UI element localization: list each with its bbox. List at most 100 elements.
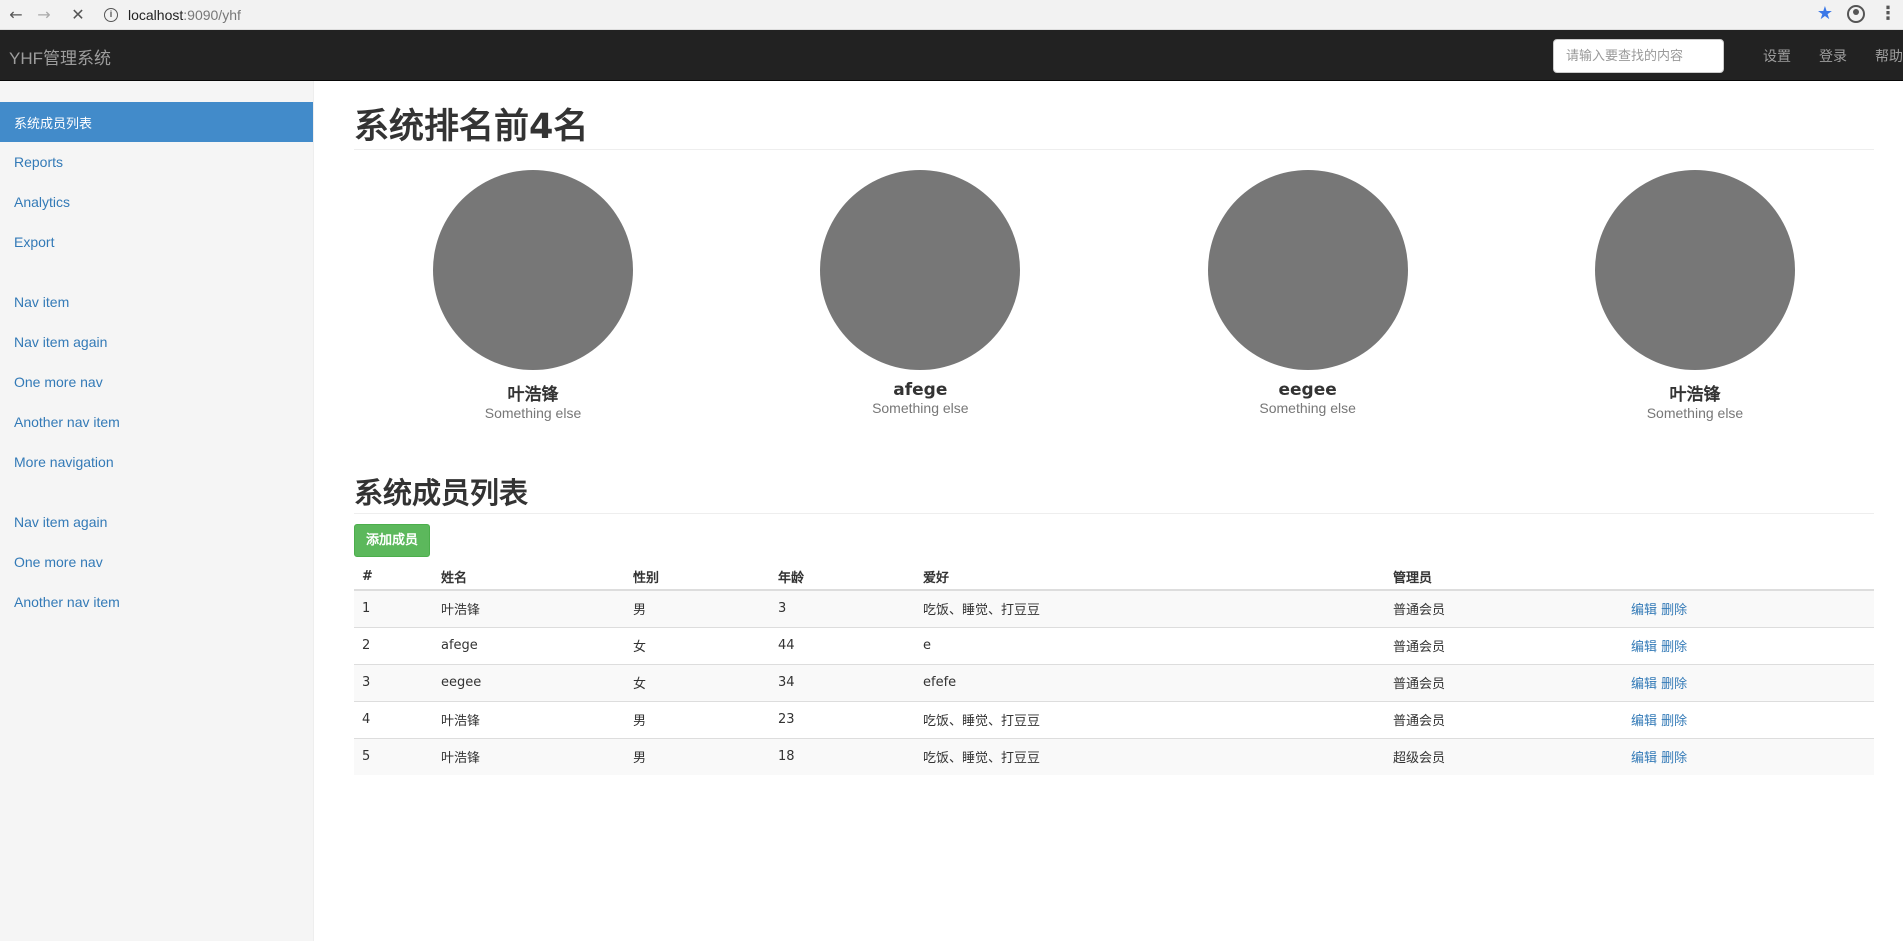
cell-admin: 普通会员: [1385, 663, 1623, 701]
cell-age: 44: [770, 626, 915, 664]
sidebar-item-nav-again-2[interactable]: Nav item again: [0, 502, 313, 542]
ranking-name: eegee: [1278, 380, 1337, 400]
menu-kebab-icon[interactable]: ⋮: [1879, 3, 1897, 24]
table-row: 1 叶浩锋 男 3 吃饭、睡觉、打豆豆 普通会员 编辑 删除: [354, 589, 1874, 627]
sidebar-item-export[interactable]: Export: [0, 222, 313, 262]
cell-admin: 普通会员: [1385, 626, 1623, 664]
cell-actions: 编辑 删除: [1623, 589, 1874, 627]
sidebar-group-3: Nav item again One more nav Another nav …: [0, 502, 313, 622]
cell-actions: 编辑 删除: [1623, 700, 1874, 738]
table-row: 2 afege 女 44 e 普通会员 编辑 删除: [354, 626, 1874, 664]
member-list-title: 系统成员列表: [354, 470, 1874, 514]
sidebar-group-2: Nav item Nav item again One more nav Ano…: [0, 282, 313, 482]
edit-link[interactable]: 编辑: [1631, 677, 1657, 692]
edit-link[interactable]: 编辑: [1631, 603, 1657, 618]
delete-link[interactable]: 删除: [1661, 640, 1687, 655]
page-title: 系统排名前4名: [354, 81, 1874, 150]
ranking-card: 叶浩锋 Something else: [433, 170, 633, 421]
cell-gender: 女: [625, 626, 770, 664]
member-table: # 姓名 性别 年龄 爱好 管理员 1 叶浩锋 男 3 吃饭、睡觉、打豆豆 普通…: [354, 563, 1874, 775]
cell-hobby: 吃饭、睡觉、打豆豆: [915, 737, 1385, 775]
cell-name: 叶浩锋: [433, 589, 625, 627]
cell-hobby: efefe: [915, 663, 1385, 701]
url-path: :9090/yhf: [183, 6, 241, 23]
cell-actions: 编辑 删除: [1623, 626, 1874, 664]
nav-link-login[interactable]: 登录: [1819, 46, 1847, 66]
sidebar-item-another[interactable]: Another nav item: [0, 402, 313, 442]
ranking-card: 叶浩锋 Something else: [1594, 170, 1795, 421]
cell-number: 3: [354, 663, 433, 701]
column-header-age: 年龄: [770, 563, 915, 591]
cell-age: 23: [770, 700, 915, 738]
sidebar: 系统成员列表 Reports Analytics Export Nav item…: [0, 81, 314, 941]
stop-loading-icon[interactable]: ✕: [66, 3, 90, 27]
cell-gender: 男: [625, 700, 770, 738]
cell-hobby: 吃饭、睡觉、打豆豆: [915, 589, 1385, 627]
cell-age: 18: [770, 737, 915, 775]
ranking-subtext: Something else: [1259, 400, 1356, 416]
sidebar-item-member-list[interactable]: 系统成员列表: [0, 102, 313, 142]
column-header-hobby: 爱好: [915, 563, 1385, 591]
table-header-row: # 姓名 性别 年龄 爱好 管理员: [354, 563, 1874, 591]
url-host: localhost: [128, 6, 184, 23]
cell-gender: 女: [625, 663, 770, 701]
delete-link[interactable]: 删除: [1661, 714, 1687, 729]
avatar: [1594, 170, 1795, 370]
site-info-icon[interactable]: i: [104, 7, 118, 22]
cell-number: 5: [354, 737, 433, 775]
ranking-card: afege Something else: [820, 170, 1021, 421]
sidebar-item-one-more-2[interactable]: One more nav: [0, 542, 313, 582]
cell-age: 34: [770, 663, 915, 701]
edit-link[interactable]: 编辑: [1631, 714, 1657, 729]
column-header-number: #: [354, 563, 433, 591]
ranking-subtext: Something else: [872, 400, 969, 416]
top-navbar: YHF管理系统 设置 登录 帮助: [0, 30, 1903, 81]
delete-link[interactable]: 删除: [1661, 677, 1687, 692]
add-member-button[interactable]: 添加成员: [354, 524, 431, 557]
sidebar-item-nav-again[interactable]: Nav item again: [0, 322, 313, 362]
edit-link[interactable]: 编辑: [1631, 751, 1657, 766]
ranking-subtext: Something else: [1646, 405, 1744, 421]
cell-gender: 男: [625, 737, 770, 775]
account-icon[interactable]: [1847, 4, 1865, 23]
ranking-name: afege: [893, 380, 948, 400]
cell-number: 2: [354, 626, 433, 664]
main-content: 系统排名前4名 叶浩锋 Something else afege Somethi…: [354, 81, 1874, 775]
column-header-name: 姓名: [433, 563, 625, 591]
avatar: [433, 170, 633, 370]
address-bar[interactable]: i localhost:9090/yhf: [104, 7, 241, 23]
sidebar-item-another-2[interactable]: Another nav item: [0, 582, 313, 622]
navbar-links: 设置 登录 帮助: [1735, 30, 1903, 81]
sidebar-item-one-more[interactable]: One more nav: [0, 362, 313, 402]
search-input[interactable]: [1553, 39, 1724, 73]
browser-toolbar: ← → ✕ i localhost:9090/yhf ★ ⋮: [0, 0, 1903, 30]
delete-link[interactable]: 删除: [1661, 751, 1687, 766]
ranking-card: eegee Something else: [1207, 170, 1408, 421]
cell-actions: 编辑 删除: [1623, 737, 1874, 775]
back-icon[interactable]: ←: [4, 3, 28, 27]
bookmark-star-icon[interactable]: ★: [1817, 3, 1833, 24]
brand-title[interactable]: YHF管理系统: [9, 44, 111, 69]
cell-admin: 超级会员: [1385, 737, 1623, 775]
nav-link-settings[interactable]: 设置: [1763, 46, 1791, 66]
cell-gender: 男: [625, 589, 770, 627]
table-row: 4 叶浩锋 男 23 吃饭、睡觉、打豆豆 普通会员 编辑 删除: [354, 700, 1874, 738]
ranking-name: 叶浩锋: [1669, 385, 1721, 405]
cell-name: afege: [433, 626, 625, 664]
sidebar-item-more-navigation[interactable]: More navigation: [0, 442, 313, 482]
forward-icon[interactable]: →: [32, 3, 56, 27]
nav-link-help[interactable]: 帮助: [1875, 46, 1903, 66]
cell-name: eegee: [433, 663, 625, 701]
sidebar-item-analytics[interactable]: Analytics: [0, 182, 313, 222]
avatar: [820, 170, 1021, 370]
ranking-subtext: Something else: [484, 405, 582, 421]
sidebar-item-reports[interactable]: Reports: [0, 142, 313, 182]
cell-age: 3: [770, 589, 915, 627]
table-row: 5 叶浩锋 男 18 吃饭、睡觉、打豆豆 超级会员 编辑 删除: [354, 737, 1874, 775]
ranking-placeholders: 叶浩锋 Something else afege Something else …: [354, 150, 1874, 421]
sidebar-item-nav[interactable]: Nav item: [0, 282, 313, 322]
ranking-name: 叶浩锋: [507, 385, 559, 405]
cell-hobby: 吃饭、睡觉、打豆豆: [915, 700, 1385, 738]
edit-link[interactable]: 编辑: [1631, 640, 1657, 655]
delete-link[interactable]: 删除: [1661, 603, 1687, 618]
